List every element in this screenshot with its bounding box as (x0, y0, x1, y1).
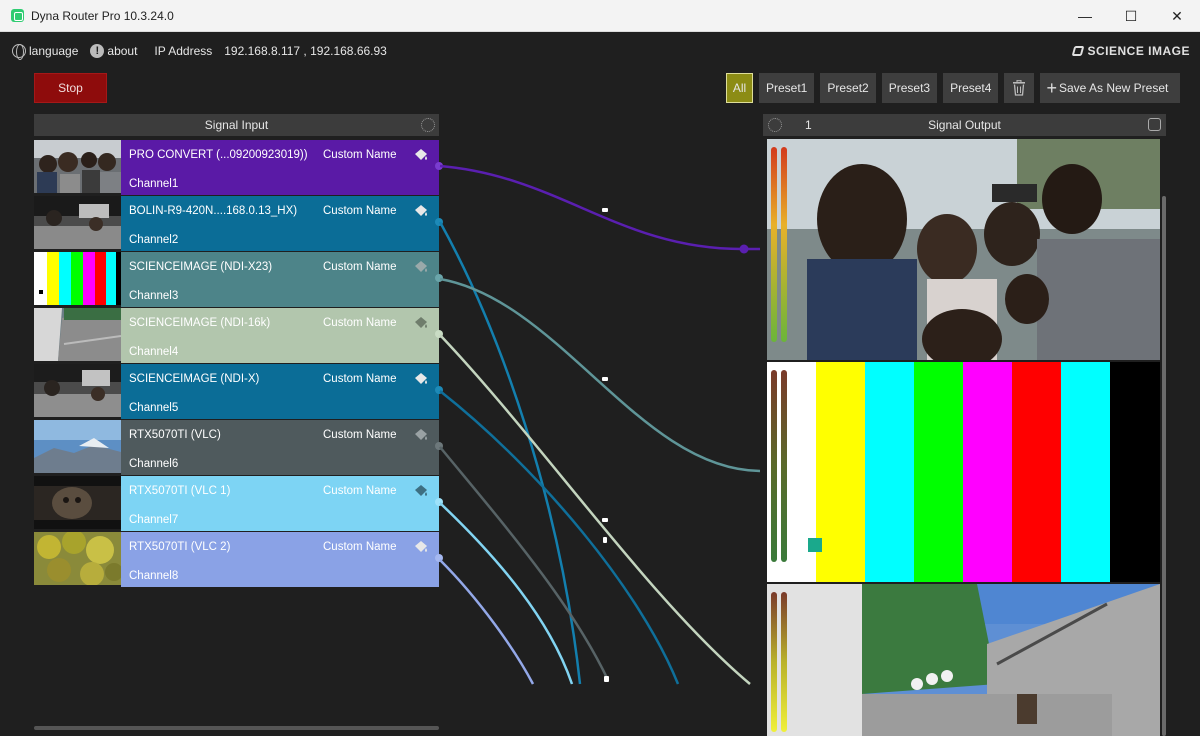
wire-channel-3[interactable] (439, 277, 761, 473)
output-select-checkbox[interactable] (1148, 118, 1161, 131)
output-scrollbar[interactable] (1162, 196, 1166, 736)
output-preview-2[interactable] (767, 362, 1160, 582)
vu-meter-left (771, 147, 777, 342)
wire-1-endpoint[interactable] (739, 244, 749, 254)
vu-meter-right (781, 370, 787, 562)
wire-channel-6[interactable] (439, 446, 610, 681)
vu-meter-left (771, 370, 777, 562)
wire-3-handle[interactable] (602, 377, 608, 381)
wire-channel-8[interactable] (439, 559, 535, 685)
signal-output-list (763, 137, 1167, 736)
vu-meter-right (781, 147, 787, 342)
wire-channel-4[interactable] (439, 334, 751, 685)
wire-4-handle[interactable] (602, 518, 608, 522)
vu-meter-left (771, 592, 777, 732)
signal-output-title: Signal Output (928, 118, 1001, 132)
signal-output-header: 1 Signal Output (763, 114, 1166, 136)
vu-meter-right (781, 592, 787, 732)
wire-channel-1[interactable] (439, 164, 760, 251)
output-preview-1[interactable] (767, 139, 1160, 360)
wire-6-end[interactable] (604, 676, 609, 682)
wire-6-handle[interactable] (603, 537, 607, 543)
output-preview-3[interactable] (767, 584, 1160, 736)
wire-1-handle[interactable] (602, 208, 608, 212)
wire-channel-7[interactable] (439, 502, 574, 685)
